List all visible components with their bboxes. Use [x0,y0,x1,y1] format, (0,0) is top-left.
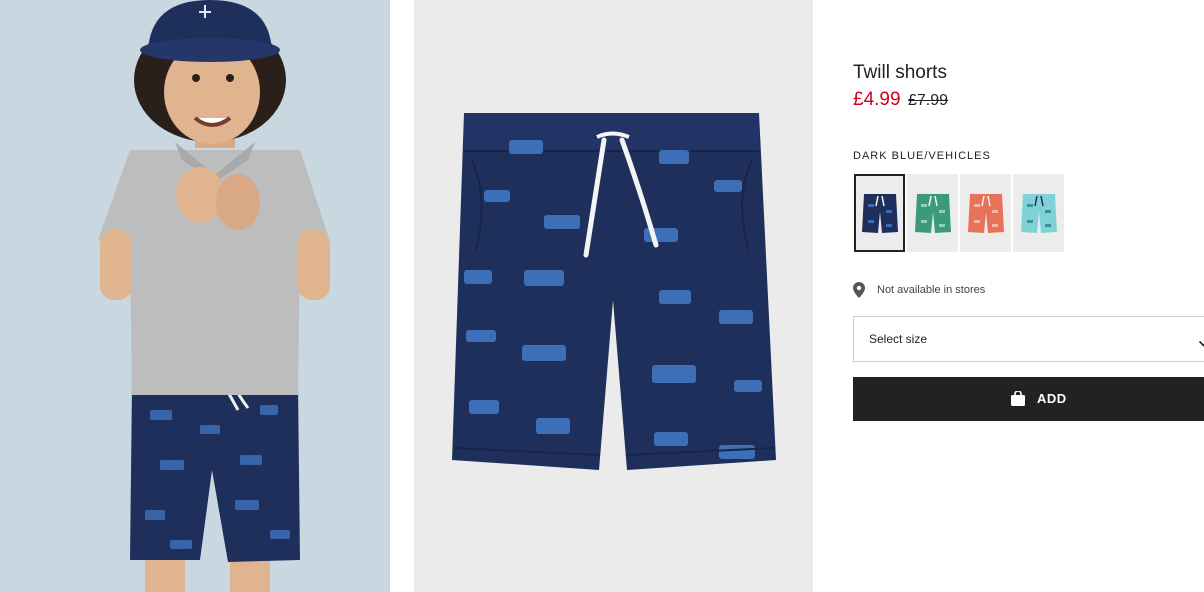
color-swatch-list [853,174,1083,252]
product-details-panel: Twill shorts £4.99 £7.99 DARK BLUE/VEHIC… [853,0,1204,592]
availability-text: Not available in stores [877,284,986,296]
swatch-shorts-thumbnail [861,194,898,233]
price-row: £4.99 £7.99 [853,89,948,111]
add-button-content: ADD [1011,390,1067,406]
color-swatch-dark-blue-vehicles[interactable] [854,174,905,252]
color-swatch-turquoise[interactable] [1013,174,1064,252]
add-to-bag-button[interactable]: ADD [853,377,1204,421]
model-photo[interactable] [0,0,390,592]
product-title: Twill shorts [853,62,947,83]
product-photo-illustration [414,0,813,592]
size-select-dropdown[interactable]: Select size [853,316,1204,362]
product-photo[interactable] [414,0,813,592]
color-swatch-coral[interactable] [960,174,1011,252]
swatch-shorts-thumbnail [967,194,1004,233]
swatch-shorts-thumbnail [1020,194,1057,233]
location-pin-icon [853,282,865,298]
shopping-bag-icon [1011,390,1025,406]
add-button-label: ADD [1037,391,1067,406]
original-price: £7.99 [908,92,949,109]
color-swatch-green[interactable] [907,174,958,252]
size-select-label: Select size [869,332,928,346]
sale-price: £4.99 [853,89,901,110]
selected-color-label: DARK BLUE/VEHICLES [853,150,991,162]
model-photo-illustration [0,0,390,592]
swatch-shorts-thumbnail [914,194,951,233]
store-availability: Not available in stores [853,282,985,298]
chevron-down-icon [1198,335,1204,347]
